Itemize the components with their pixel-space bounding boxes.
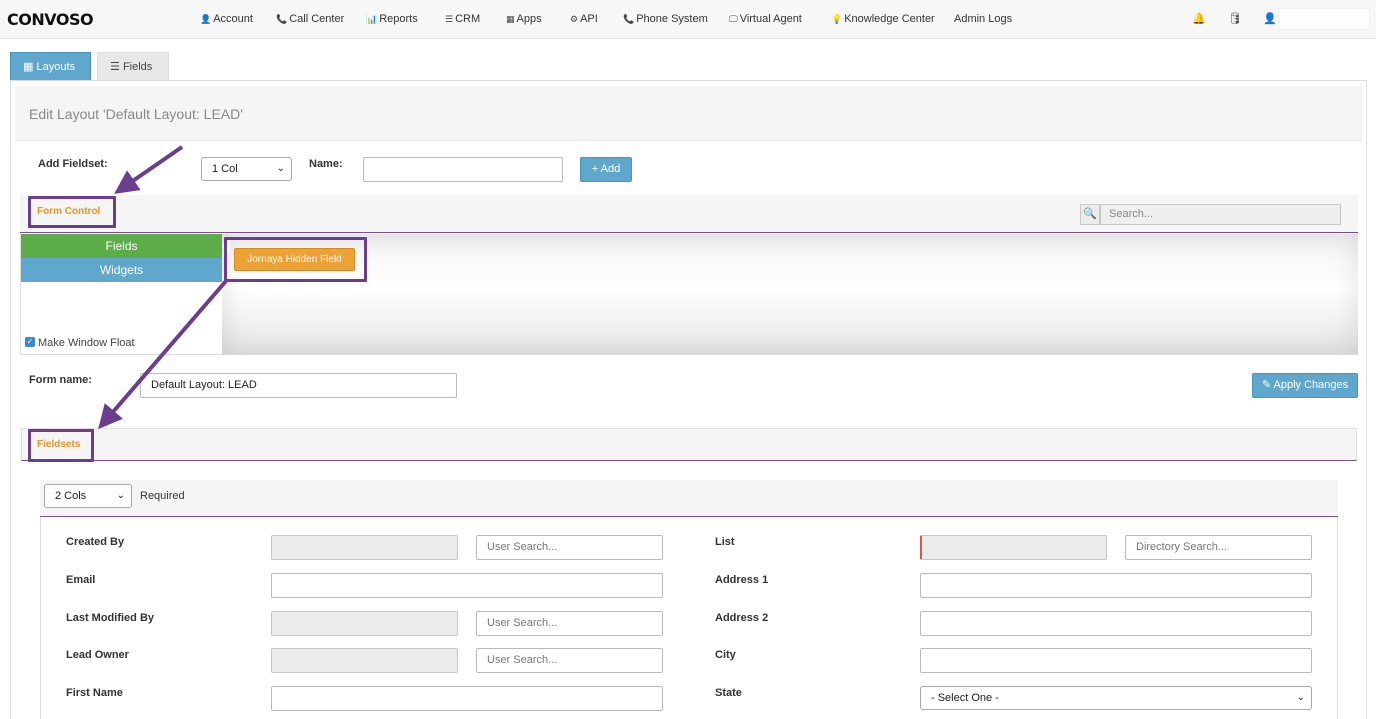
nav-phone-system[interactable]: 📞 Phone System (623, 13, 708, 25)
field-label-lead-owner: Lead Owner (66, 649, 129, 661)
annotation-box-form-control (28, 196, 116, 228)
created-by-input (271, 535, 458, 560)
field-palette (222, 234, 1358, 354)
user-icon: 👤 (200, 14, 212, 24)
created-by-user-search[interactable]: User Search... (476, 535, 663, 560)
make-window-float-label: Make Window Float (38, 337, 135, 349)
form-name-label: Form name: (29, 374, 92, 386)
field-label-address-1: Address 1 (715, 574, 769, 586)
fieldsets-header (21, 428, 1357, 461)
field-label-email: Email (66, 574, 96, 586)
form-name-input[interactable]: Default Layout: LEAD (140, 373, 457, 398)
state-select[interactable]: - Select One - ⌄ (920, 686, 1312, 710)
phone-icon: 📞 (623, 14, 635, 24)
email-input[interactable] (271, 573, 663, 598)
nav-account[interactable]: 👤 Account (200, 13, 253, 25)
field-label-last-modified-by: Last Modified By (66, 612, 155, 624)
lead-owner-user-search[interactable]: User Search... (476, 648, 663, 673)
nav-admin-logs[interactable]: Admin Logs (954, 13, 1012, 25)
nav-reports[interactable]: 📊 Reports (366, 13, 418, 25)
chevron-down-icon: ⌄ (276, 163, 285, 174)
fieldset-columns-select-2[interactable]: 2 Cols ⌄ (44, 484, 132, 508)
user-icon[interactable]: 👤 (1263, 12, 1277, 25)
tab-fields[interactable]: ☰ Fields (97, 52, 169, 81)
gear-icon: ⚙ (570, 14, 579, 24)
grid-icon: ▦ (506, 14, 515, 24)
monitor-icon: 🖵 (729, 14, 738, 24)
phone-icon: 📞 (276, 14, 288, 24)
field-label-address-2: Address 2 (715, 612, 769, 624)
address-2-input[interactable] (920, 611, 1312, 636)
sidebar-item-fields[interactable]: Fields (21, 234, 222, 258)
nav-api[interactable]: ⚙ API (570, 13, 598, 25)
required-label: Required (140, 490, 185, 502)
list-icon: ☰ (110, 61, 120, 73)
annotation-box-jornaya (224, 237, 367, 282)
sidebar-item-widgets[interactable]: Widgets (21, 258, 222, 282)
chevron-down-icon: ⌄ (116, 490, 125, 501)
name-label: Name: (309, 158, 343, 170)
first-name-input[interactable] (271, 686, 663, 711)
convoso-logo[interactable]: CONVOSO (7, 10, 94, 29)
last-modified-by-input (271, 611, 458, 636)
last-modified-by-user-search[interactable]: User Search... (476, 611, 663, 636)
nav-call-center[interactable]: 📞 Call Center (276, 13, 344, 25)
grid-icon: ▦ (23, 61, 34, 73)
add-fieldset-label: Add Fieldset: (38, 158, 108, 170)
list-icon: ☰ (445, 14, 454, 24)
field-label-city: City (715, 649, 736, 661)
bell-icon[interactable]: 🔔 (1192, 12, 1206, 25)
top-navbar: CONVOSO 👤 Account 📞 Call Center 📊 Reports ☰… (0, 0, 1376, 39)
field-label-created-by: Created By (66, 536, 125, 548)
fieldset-columns-select[interactable]: 1 Col ⌄ (201, 157, 292, 181)
list-directory-search[interactable]: Directory Search... (1125, 535, 1312, 560)
nav-knowledge-center[interactable]: 💡 Knowledge Center (831, 13, 935, 25)
city-input[interactable] (920, 648, 1312, 673)
user-name-box[interactable] (1278, 8, 1370, 30)
tab-layouts[interactable]: ▦ Layouts (10, 52, 91, 81)
edit-icon: ✎ (1261, 379, 1272, 391)
lightbulb-icon: 💡 (831, 14, 843, 24)
list-input (920, 535, 1107, 560)
chevron-down-icon: ⌄ (1296, 692, 1305, 703)
annotation-box-fieldsets (28, 429, 94, 462)
field-label-first-name: First Name (66, 687, 123, 699)
make-window-float-checkbox[interactable]: ✓ (25, 337, 35, 347)
page-title: Edit Layout 'Default Layout: LEAD' (29, 106, 243, 122)
bar-chart-icon: 📊 (366, 14, 378, 24)
form-control-search-input[interactable]: Search... (1100, 204, 1341, 225)
lead-owner-input (271, 648, 458, 673)
apply-changes-button[interactable]: ✎ Apply Changes (1252, 373, 1358, 398)
nav-virtual-agent[interactable]: 🖵 Virtual Agent (729, 13, 802, 25)
nav-apps[interactable]: ▦ Apps (506, 13, 542, 25)
search-icon[interactable]: 🔍 (1080, 204, 1100, 225)
field-label-list: List (715, 536, 735, 548)
fieldset-name-input[interactable] (363, 157, 563, 182)
fieldset-box-header (40, 480, 1338, 517)
address-1-input[interactable] (920, 573, 1312, 598)
nav-crm[interactable]: ☰ CRM (445, 13, 480, 25)
field-label-state: State (715, 687, 742, 699)
database-icon[interactable]: 🛢 (1228, 12, 1242, 25)
add-fieldset-button[interactable]: + Add (580, 157, 632, 182)
